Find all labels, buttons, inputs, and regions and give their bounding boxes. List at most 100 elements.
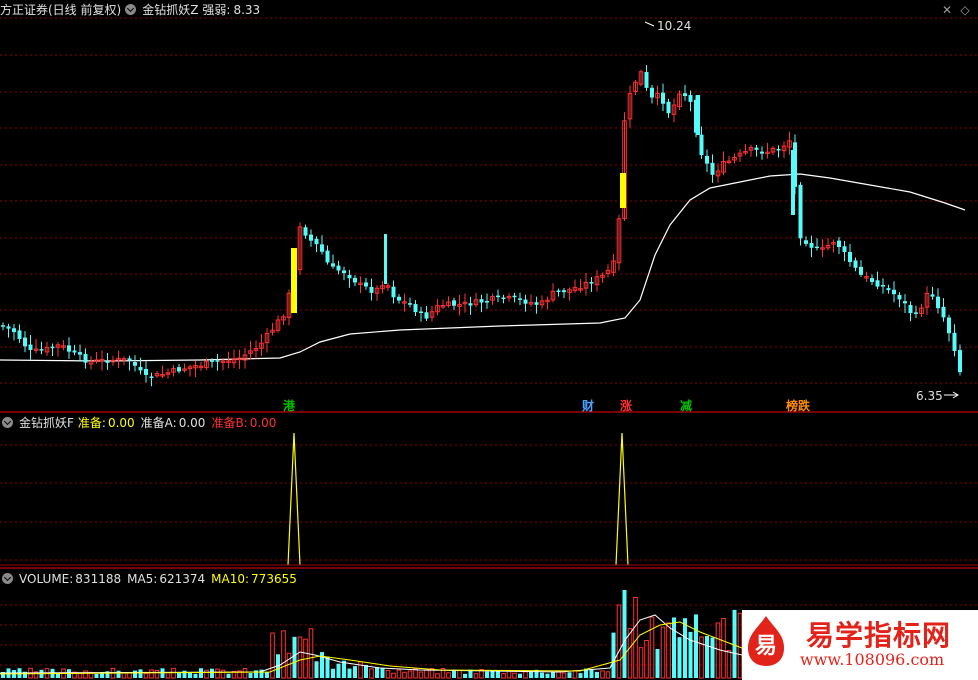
candle-body	[105, 360, 110, 363]
candle-body	[210, 360, 214, 362]
volume-bar	[138, 669, 143, 678]
volume-bar	[457, 669, 462, 679]
indicator-spikes	[0, 432, 978, 566]
candle-body	[28, 344, 33, 350]
stock-chart[interactable]: 10.24 6.35	[0, 0, 978, 680]
volume-bar	[545, 673, 550, 678]
volume-bar	[391, 672, 396, 679]
candle-body	[650, 87, 654, 98]
volume-bar	[385, 670, 391, 679]
candle-body	[562, 290, 566, 293]
candle-body	[815, 246, 819, 249]
candle-body	[72, 350, 77, 353]
candle-body	[886, 288, 891, 291]
volume-bar	[572, 669, 578, 679]
candle-body	[364, 282, 368, 287]
volume-bar	[248, 673, 253, 678]
volume-bar	[523, 671, 528, 679]
watermark-title: 易学指标网	[806, 619, 952, 652]
volume-bar	[77, 672, 83, 679]
volume-bar	[204, 669, 209, 679]
volume-bar	[127, 672, 132, 679]
signal-marker-2[interactable]: 财	[580, 398, 596, 414]
candle-body	[83, 353, 88, 363]
candle-body	[688, 95, 693, 102]
volume-bar	[638, 647, 644, 679]
volume-bar	[551, 672, 555, 678]
candle-body	[518, 298, 522, 300]
candle-body	[859, 266, 863, 275]
signal-marker-1[interactable]: 港	[281, 398, 297, 414]
candle-body	[930, 294, 935, 297]
volume-bar	[149, 669, 154, 679]
candle-body	[336, 265, 341, 271]
volume-bar	[463, 673, 467, 678]
candle-body	[39, 349, 44, 351]
candle-body	[408, 303, 412, 305]
volume-bar	[215, 668, 220, 679]
signal-marker-4[interactable]: 减	[678, 398, 694, 414]
volume-bar	[649, 616, 655, 679]
candle-body	[798, 184, 803, 239]
volume-bar	[512, 672, 517, 679]
candle-body	[485, 301, 489, 303]
candle-body	[309, 234, 313, 241]
candle-body	[947, 317, 951, 334]
candle-body	[809, 242, 814, 248]
volume-bar	[297, 636, 303, 679]
volume-bar	[726, 649, 732, 679]
candle-body	[1, 325, 5, 327]
candle-body	[325, 250, 330, 263]
candle-body	[50, 346, 55, 349]
volume-bar	[265, 672, 269, 678]
candle-body	[848, 252, 852, 262]
volume-bar	[732, 609, 737, 678]
volume-bar	[281, 630, 286, 679]
ma5-line	[0, 614, 743, 674]
candle-body	[705, 155, 709, 164]
volume-bar	[446, 672, 451, 679]
candle-body	[391, 286, 396, 298]
candle-body	[347, 274, 352, 279]
candle-body	[760, 151, 764, 154]
candle-body	[897, 294, 902, 300]
candle-body	[177, 367, 181, 372]
volume-bar	[694, 614, 698, 678]
volume-bar	[485, 671, 489, 678]
watermark-logo-char: 易	[754, 634, 777, 659]
candle-body	[881, 285, 885, 287]
volume-bar	[83, 670, 88, 679]
candle-body	[699, 134, 704, 156]
volume-bar	[677, 637, 682, 678]
candle-body	[908, 305, 913, 314]
volume-bar	[116, 670, 121, 678]
candle-body	[534, 302, 539, 305]
volume-bar	[672, 617, 676, 678]
signal-marker-3[interactable]: 涨	[618, 398, 634, 414]
volume-bar	[721, 618, 726, 679]
volume-bar	[666, 622, 671, 679]
low-price-label: 6.35	[916, 389, 943, 403]
volume-bar	[561, 672, 567, 679]
candle-body	[914, 312, 918, 314]
volume-bar	[633, 596, 638, 679]
volume-bar	[710, 637, 715, 678]
candle-body	[589, 282, 594, 284]
volume-bar	[600, 670, 605, 679]
candle-body	[892, 289, 896, 295]
volume-bar	[177, 673, 181, 678]
candle-body	[468, 303, 473, 306]
candle-body	[303, 227, 308, 236]
candle-body	[342, 270, 346, 274]
signal-marker-5[interactable]: 榜跌	[784, 398, 812, 414]
volume-bar	[518, 673, 522, 678]
ma-line	[0, 173, 966, 362]
volume-bar	[308, 628, 314, 679]
volume-bar	[688, 631, 693, 678]
signal-bar	[620, 173, 626, 208]
candle-body	[837, 240, 841, 248]
volume-bar	[611, 632, 616, 678]
volume-bar	[435, 673, 440, 679]
volume-bar	[660, 626, 666, 679]
volume-bar	[627, 628, 633, 679]
